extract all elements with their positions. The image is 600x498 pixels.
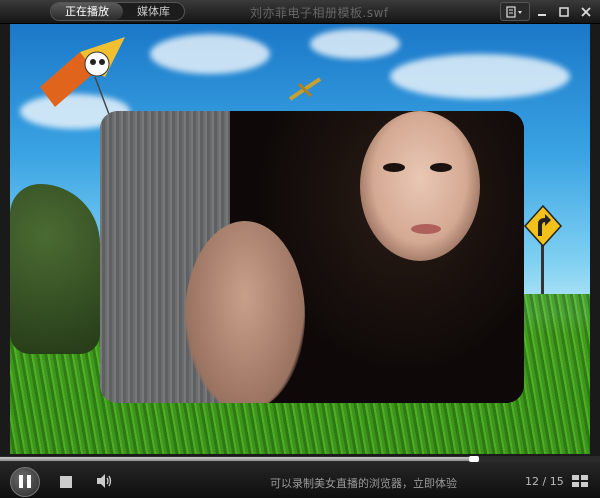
slide-counter: 12 / 15 (525, 475, 564, 488)
control-bar: 可以录制美女直播的浏览器，立即体验 12 / 15 (0, 462, 600, 498)
volume-icon[interactable] (95, 473, 113, 489)
maximize-icon (559, 6, 569, 17)
pause-icon (17, 473, 33, 492)
tab-media-library[interactable]: 媒体库 (123, 3, 184, 20)
maximize-button[interactable] (554, 2, 574, 21)
minimize-button[interactable] (532, 2, 552, 21)
cloud (150, 34, 270, 74)
slideshow-stage[interactable] (10, 24, 590, 454)
toy-plane-image (288, 77, 322, 101)
stop-button[interactable] (60, 476, 72, 488)
road-sign-image (523, 204, 563, 294)
grid-icon[interactable] (572, 475, 588, 487)
tab-now-playing[interactable]: 正在播放 (51, 3, 123, 20)
photo-eye (383, 163, 405, 172)
close-icon (581, 6, 591, 17)
pause-button[interactable] (10, 467, 40, 497)
media-player-window: 正在播放 媒体库 刘亦菲电子相册模板.swf 可以录制美女直播的浏览器，立即体验… (0, 0, 600, 498)
photo-shoulder (185, 221, 305, 403)
photo-eye (430, 163, 452, 172)
photo-face (360, 111, 480, 261)
photo-lips (411, 224, 441, 234)
kite-image (40, 37, 125, 118)
cloud (310, 29, 400, 59)
title-bar: 正在播放 媒体库 刘亦菲电子相册模板.swf (0, 0, 600, 24)
view-menu-icon (506, 5, 522, 18)
progress-fill (0, 457, 474, 461)
cloud (390, 54, 570, 99)
window-title: 刘亦菲电子相册模板.swf (250, 6, 389, 20)
topiary-shrub (10, 184, 100, 354)
close-button[interactable] (576, 2, 596, 21)
minimize-icon (538, 13, 546, 16)
window-controls (500, 2, 596, 21)
slide-photo[interactable] (100, 111, 524, 403)
view-tabs: 正在播放 媒体库 (50, 2, 185, 21)
view-menu-button[interactable] (500, 2, 530, 21)
promo-link[interactable]: 可以录制美女直播的浏览器，立即体验 (270, 475, 457, 491)
